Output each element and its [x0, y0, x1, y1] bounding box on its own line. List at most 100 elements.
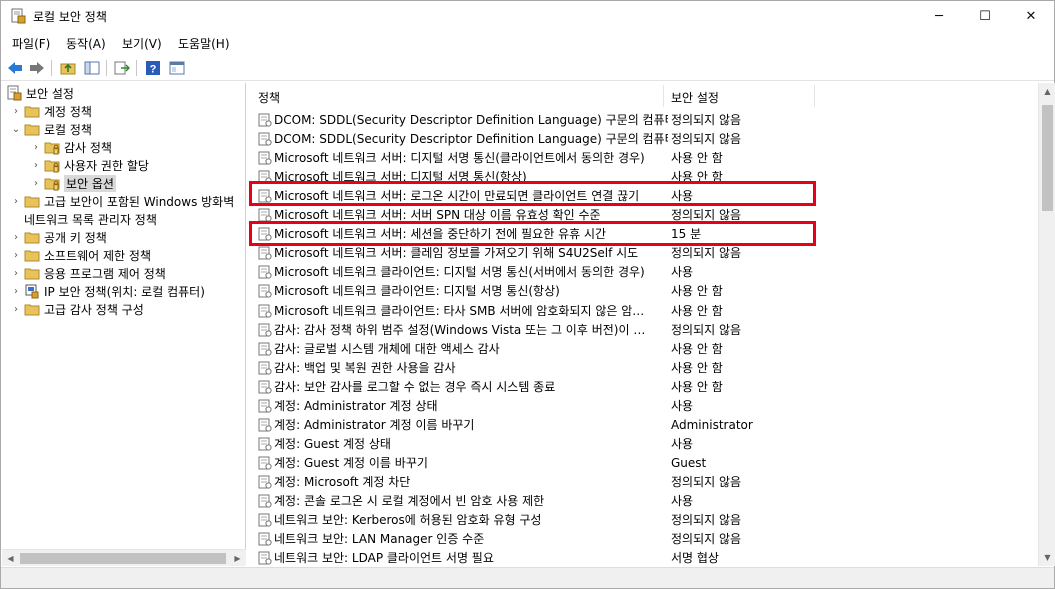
list-vertical-scrollbar[interactable]: ▲ ▼ [1038, 83, 1055, 566]
policy-icon [258, 151, 272, 165]
menu-view[interactable]: 보기(V) [122, 35, 162, 52]
tree-item-label: 공개 키 정책 [44, 230, 107, 245]
minimize-button[interactable]: ─ [916, 1, 962, 31]
policy-row[interactable]: 계정: Administrator 계정 이름 바꾸기 Administrator [249, 415, 1038, 434]
tree-item[interactable]: › 소프트웨어 제한 정책 [10, 246, 151, 264]
policy-row[interactable]: Microsoft 네트워크 서버: 로그온 시간이 만료되면 클라이언트 연결… [249, 186, 1038, 205]
expand-chevron-icon[interactable]: › [30, 177, 42, 189]
policy-row[interactable]: 네트워크 보안: Kerberos에 허용된 암호화 유형 구성 정의되지 않음 [249, 510, 1038, 529]
policy-row[interactable]: Microsoft 네트워크 서버: 클레임 정보를 가져오기 위해 S4U2S… [249, 243, 1038, 262]
policy-row[interactable]: DCOM: SDDL(Security Descriptor Definitio… [249, 129, 1038, 148]
expand-chevron-icon[interactable]: › [10, 249, 22, 261]
forward-arrow-icon[interactable] [28, 59, 46, 77]
expand-chevron-icon[interactable]: › [10, 285, 22, 297]
scroll-left-arrow-icon[interactable]: ◀ [2, 550, 19, 567]
tree-item[interactable]: › 사용자 권한 할당 [30, 156, 149, 174]
menu-action[interactable]: 동작(A) [66, 35, 106, 52]
policy-icon [258, 265, 272, 279]
policy-row[interactable]: 네트워크 보안: LAN Manager 인증 수준 정의되지 않음 [249, 529, 1038, 548]
policy-setting-value: 사용 [671, 265, 694, 279]
policy-icon [258, 227, 272, 241]
tree-item[interactable]: 네트워크 목록 관리자 정책 [10, 210, 157, 228]
policy-row[interactable]: 감사: 감사 정책 하위 범주 설정(Windows Vista 또는 그 이후… [249, 320, 1038, 339]
menu-file[interactable]: 파일(F) [12, 35, 50, 52]
policy-name: DCOM: SDDL(Security Descriptor Definitio… [274, 113, 668, 127]
tree-item[interactable]: ⌄ 로컬 정책 [10, 120, 92, 138]
policy-name: Microsoft 네트워크 서버: 서버 SPN 대상 이름 유효성 확인 수… [274, 208, 601, 222]
policy-row[interactable]: Microsoft 네트워크 클라이언트: 타사 SMB 서버에 암호화되지 않… [249, 301, 1038, 320]
tree-item[interactable]: › 감사 정책 [30, 138, 112, 156]
policy-icon [258, 437, 272, 451]
title-bar[interactable]: 로컬 보안 정책 ─ ☐ ✕ [1, 1, 1054, 31]
policy-row[interactable]: 감사: 글로벌 시스템 개체에 대한 액세스 감사 사용 안 함 [249, 339, 1038, 358]
policy-row[interactable]: 네트워크 보안: LDAP 클라이언트 서명 필요 서명 협상 [249, 548, 1038, 566]
tree-item-label: 감사 정책 [64, 140, 112, 155]
policy-row[interactable]: 감사: 백업 및 복원 권한 사용을 감사 사용 안 함 [249, 358, 1038, 377]
expand-chevron-icon[interactable] [10, 213, 22, 225]
tree-root-security-settings[interactable]: 보안 설정 [6, 84, 74, 102]
close-button[interactable]: ✕ [1008, 1, 1054, 31]
console-window-icon[interactable] [168, 59, 186, 77]
up-folder-icon[interactable] [59, 59, 77, 77]
back-arrow-icon[interactable] [6, 59, 24, 77]
folder-icon [44, 178, 60, 191]
column-header-policy[interactable]: 정책 [258, 85, 280, 109]
tree-pane[interactable]: 보안 설정 › 계정 정책 ⌄ 로컬 정책 › 감사 정책 › 사용자 권한 할당 › 보안 옵션… [2, 83, 246, 565]
policy-icon [258, 246, 272, 260]
policy-row[interactable]: Microsoft 네트워크 클라이언트: 디지털 서명 통신(항상) 사용 안 … [249, 281, 1038, 300]
expand-chevron-icon[interactable]: › [10, 231, 22, 243]
policy-row[interactable]: 계정: Administrator 계정 상태 사용 [249, 396, 1038, 415]
policy-icon [258, 513, 272, 527]
expand-chevron-icon[interactable]: › [30, 141, 42, 153]
scroll-up-arrow-icon[interactable]: ▲ [1039, 83, 1055, 100]
policy-row[interactable]: Microsoft 네트워크 클라이언트: 디지털 서명 통신(서버에서 동의한… [249, 262, 1038, 281]
expand-chevron-icon[interactable]: › [10, 267, 22, 279]
maximize-button[interactable]: ☐ [962, 1, 1008, 31]
policy-row[interactable]: 계정: Microsoft 계정 차단 정의되지 않음 [249, 472, 1038, 491]
scroll-right-arrow-icon[interactable]: ▶ [229, 550, 246, 567]
policy-icon [258, 361, 272, 375]
policy-row[interactable]: Microsoft 네트워크 서버: 세션을 중단하기 전에 필요한 유휴 시간… [249, 224, 1038, 243]
tree-item-label: IP 보안 정책(위치: 로컬 컴퓨터) [44, 284, 205, 299]
horizontal-scroll-thumb[interactable] [20, 553, 226, 564]
help-icon[interactable]: ? [144, 59, 162, 77]
policy-row[interactable]: Microsoft 네트워크 서버: 서버 SPN 대상 이름 유효성 확인 수… [249, 205, 1038, 224]
column-divider[interactable] [814, 85, 815, 107]
policy-row[interactable]: 감사: 보안 감사를 로그할 수 없는 경우 즉시 시스템 종료 사용 안 함 [249, 377, 1038, 396]
policy-name: Microsoft 네트워크 클라이언트: 디지털 서명 통신(항상) [274, 284, 560, 298]
vertical-scroll-thumb[interactable] [1042, 105, 1053, 211]
policy-row[interactable]: Microsoft 네트워크 서버: 디지털 서명 통신(클라이언트에서 동의한… [249, 148, 1038, 167]
policy-setting-value: Guest [671, 455, 707, 470]
policy-row[interactable]: 계정: Guest 계정 이름 바꾸기 Guest [249, 453, 1038, 472]
policy-row[interactable]: 계정: Guest 계정 상태 사용 [249, 434, 1038, 453]
policy-icon [258, 284, 272, 298]
policy-icon [258, 551, 272, 565]
tree-horizontal-scrollbar[interactable]: ◀ ▶ [2, 549, 246, 566]
policy-row[interactable]: 계정: 콘솔 로그온 시 로컬 계정에서 빈 암호 사용 제한 사용 [249, 491, 1038, 510]
column-header-security-setting[interactable]: 보안 설정 [671, 85, 719, 109]
show-hide-tree-icon[interactable] [83, 59, 101, 77]
policy-setting-value: 사용 [671, 494, 694, 508]
tree-item[interactable]: › 보안 옵션 [30, 174, 116, 192]
policy-icon [258, 418, 272, 432]
policy-name: 계정: 콘솔 로그온 시 로컬 계정에서 빈 암호 사용 제한 [274, 494, 545, 508]
scroll-down-arrow-icon[interactable]: ▼ [1039, 549, 1055, 566]
policy-icon [258, 208, 272, 222]
tree-item[interactable]: › 응용 프로그램 제어 정책 [10, 264, 166, 282]
tree-item[interactable]: › 고급 보안이 포함된 Windows 방화벽 [10, 192, 234, 210]
tree-item[interactable]: › 공개 키 정책 [10, 228, 107, 246]
policy-row[interactable]: DCOM: SDDL(Security Descriptor Definitio… [249, 110, 1038, 129]
collapse-chevron-icon[interactable]: ⌄ [10, 123, 22, 135]
export-list-icon[interactable] [113, 59, 131, 77]
column-divider[interactable] [663, 85, 664, 107]
tree-item[interactable]: › IP 보안 정책(위치: 로컬 컴퓨터) [10, 282, 205, 300]
tree-item[interactable]: › 계정 정책 [10, 102, 92, 120]
expand-chevron-icon[interactable]: › [10, 105, 22, 117]
expand-chevron-icon[interactable]: › [10, 195, 22, 207]
expand-chevron-icon[interactable]: › [30, 159, 42, 171]
expand-chevron-icon[interactable]: › [10, 303, 22, 315]
policy-setting-value: 정의되지 않음 [671, 532, 742, 546]
tree-item[interactable]: › 고급 감사 정책 구성 [10, 300, 144, 318]
menu-help[interactable]: 도움말(H) [178, 35, 230, 52]
policy-row[interactable]: Microsoft 네트워크 서버: 디지털 서명 통신(항상) 사용 안 함 [249, 167, 1038, 186]
